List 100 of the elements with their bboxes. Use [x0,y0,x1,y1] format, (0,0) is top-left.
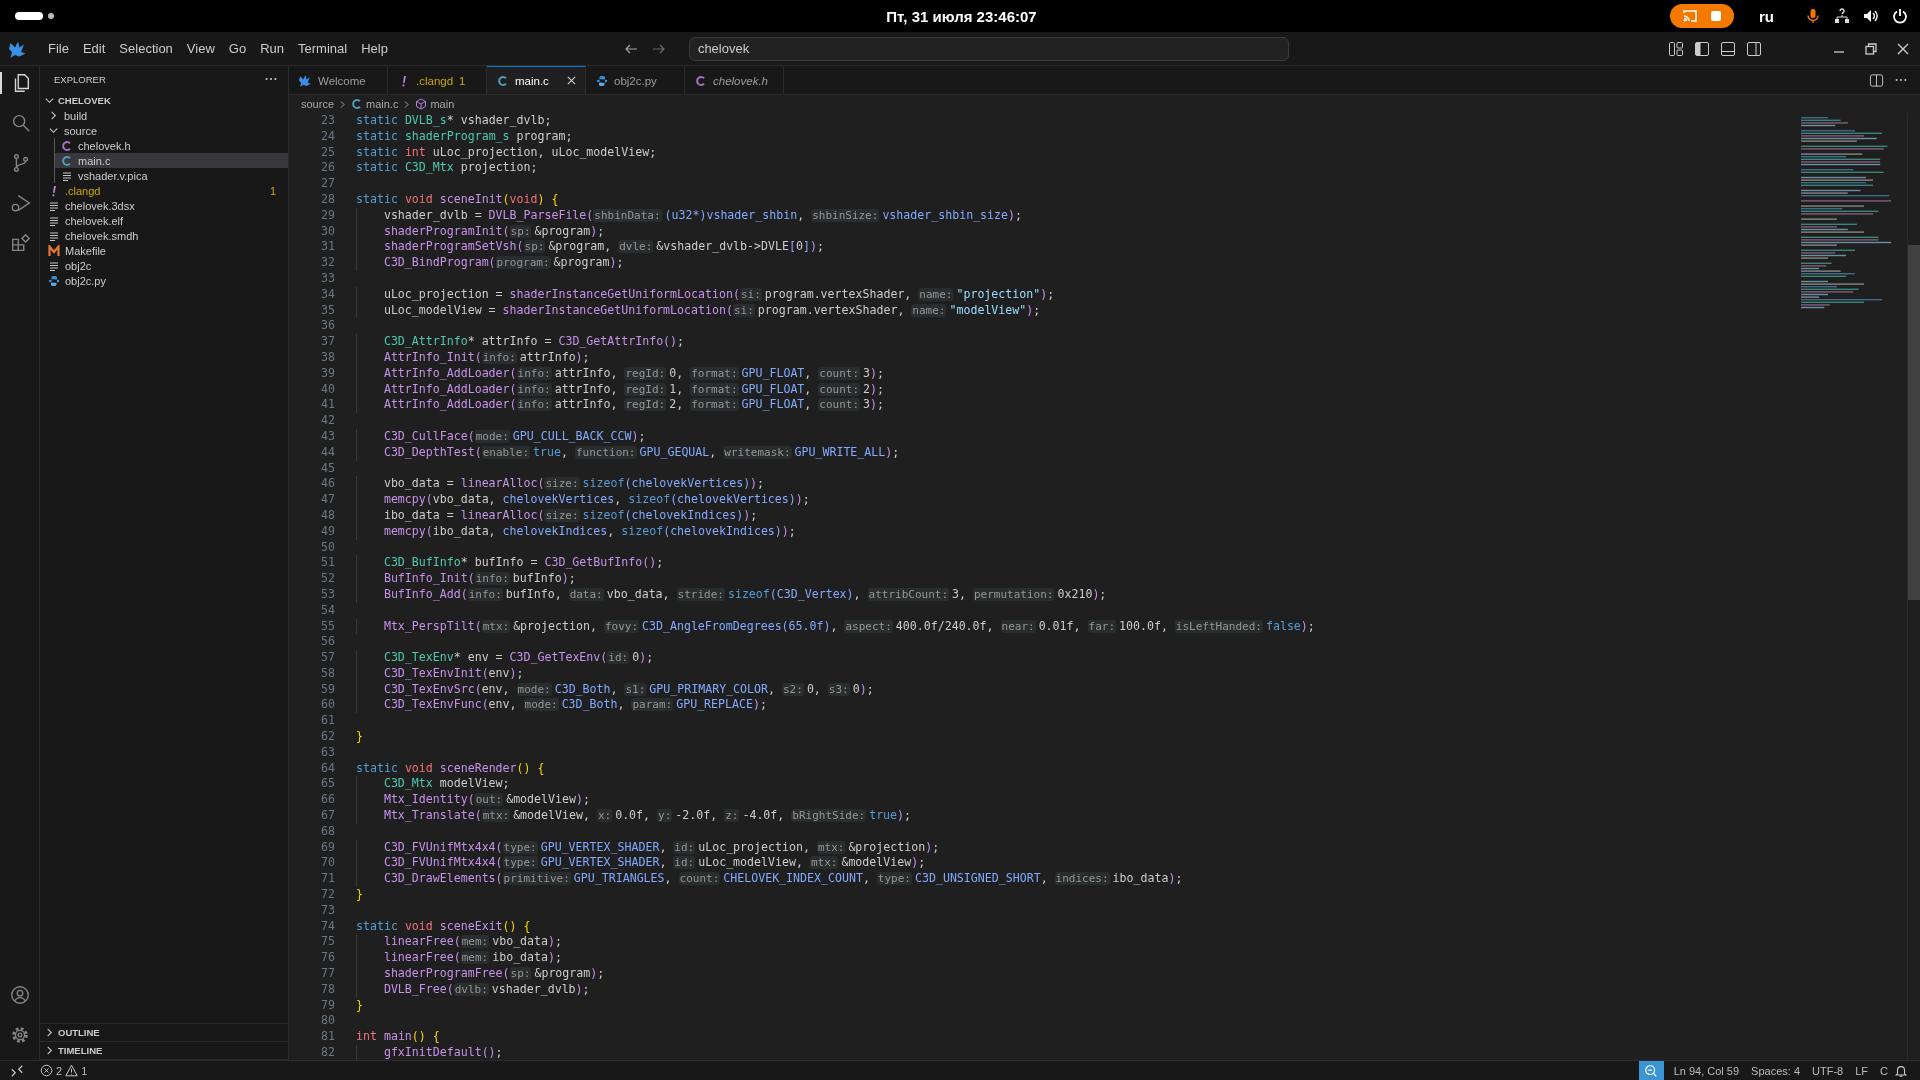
tree-item[interactable]: chelovek.3dsx [40,198,288,213]
menu-item[interactable]: Run [253,37,291,60]
clock[interactable]: Пт, 31 июля 23:46:07 [886,7,1037,25]
tree-item[interactable]: .clangd 1 [40,183,288,198]
code-line: } [356,997,363,1014]
line-number: 77 [320,966,335,982]
line-number: 28 [320,192,335,208]
code-line: static shaderProgram_s program; [356,128,573,145]
screencast-indicator[interactable] [1670,4,1734,28]
menu-item[interactable]: File [41,37,76,60]
editor-tab[interactable]: Welcome [289,66,388,94]
code-line: C3D_TexEnv* env = C3D_GetTexEnv(id: 0); [356,650,654,666]
close-icon[interactable] [566,75,577,86]
line-number: 32 [320,255,335,271]
status-item[interactable]: LF [1849,1064,1875,1077]
network-icon[interactable] [1834,8,1850,24]
status-item[interactable]: C [1874,1064,1894,1077]
editor-tab[interactable]: chelovek.h [685,66,784,94]
tree-item[interactable]: source [40,123,288,138]
line-number: 70 [320,855,335,872]
code-line: static void sceneRender() { [356,760,545,777]
close-icon[interactable] [1896,41,1910,56]
line-number: 52 [320,571,335,587]
keyboard-layout[interactable]: ru [1759,7,1774,25]
status-item[interactable]: Ln 94, Col 59 [1667,1064,1746,1077]
menu-item[interactable]: Help [354,37,395,60]
line-number: 51 [320,555,335,572]
line-number: 65 [320,776,335,793]
sidebar-title: EXPLORER [54,73,106,85]
tree-item[interactable]: chelovek.smdh [40,228,288,243]
code-line: linearFree(mem: vbo_data); [356,934,562,951]
line-number: 42 [320,413,335,429]
text-file-icon [48,199,60,212]
code-line: BufInfo_Init(info: bufInfo); [356,571,576,587]
tree-item[interactable]: chelovek.h [55,138,288,153]
code-line: vshader_dvlb = DVLB_ParseFile(shbinData: (u32*)vshader_shbin, shbinSize: vshader_shbin_size); [356,207,1022,224]
menu-item[interactable]: Edit [75,37,113,60]
editor-tab[interactable]: main.c [487,66,586,94]
layout-icon[interactable] [1668,40,1684,57]
tree-item[interactable]: vshader.v.pica [55,168,288,183]
code-line: int main() { [356,1029,440,1045]
code-line: static DVLB_s* vshader_dvlb; [356,113,552,129]
code-line: C3D_DrawElements(primitive: GPU_TRIANGLES, count: CHELOVEK_INDEX_COUNT, type: C3D_UNSIGNED_SHORT, indices: ibo_data); [356,871,1183,888]
line-number: 40 [320,381,335,398]
breadcrumb-item[interactable]: main.c [351,98,399,110]
scrollbar-thumb[interactable] [1908,245,1920,600]
status-item[interactable]: UTF-8 [1806,1064,1850,1077]
c-file-icon [61,139,73,152]
code-line: static int uLoc_projection, uLoc_modelView; [356,144,657,161]
code-line: Mtx_PerspTilt(mtx: &projection, fovy: C3D_AngleFromDegrees(65.0f), aspect: 400.0f/240.0f, near: 0.01f, far: 100.0f, isLeftHanded: false); [356,618,1315,635]
menu-item[interactable]: Selection [112,37,180,60]
line-number: 76 [320,950,335,967]
tree-item[interactable]: main.c [55,153,288,168]
workspace-indicator-icon[interactable] [15,12,55,20]
account-icon[interactable] [8,984,31,1006]
folder-header[interactable]: CHELOVEK [40,92,288,108]
menu-item[interactable]: Terminal [291,37,355,60]
breadcrumb-item[interactable]: source [301,98,335,110]
code-line: gfxInitDefault(); [356,1045,503,1061]
tree-item[interactable]: Makefile [40,243,288,258]
code-line: uLoc_projection = shaderInstanceGetUniformLocation(si: program.vertexShader, name: "projection"); [356,286,1055,303]
remote-icon[interactable] [10,1063,24,1078]
editor-tab[interactable]: obj2c.py [586,66,685,94]
code-line: } [356,729,363,745]
menu-item[interactable]: Go [221,37,254,60]
split-editor-icon[interactable] [1869,72,1884,88]
line-number: 35 [320,302,335,319]
volume-icon[interactable] [1863,8,1879,24]
breadcrumb-item[interactable]: main [415,98,455,110]
sidebar-toggle-icon[interactable] [1694,40,1710,57]
line-number: 81 [320,1029,335,1045]
section-header[interactable]: OUTLINE [40,1024,288,1042]
code-line: AttrInfo_AddLoader(info: attrInfo, regId: 1, format: GPU_FLOAT, count: 2); [356,381,885,398]
panel-toggle-icon[interactable] [1720,40,1736,57]
power-icon[interactable] [1892,8,1908,24]
code-line: AttrInfo_AddLoader(info: attrInfo, regId: 2, format: GPU_FLOAT, count: 3); [356,397,885,414]
menu-item[interactable]: View [179,37,222,60]
line-number: 73 [320,902,335,919]
restore-icon[interactable] [1864,41,1878,56]
code-line: Mtx_Translate(mtx: &modelView, x: 0.0f, y: -2.0f, z: -4.0f, bRightSide: true); [356,808,912,824]
status-item[interactable]: Spaces: 4 [1745,1064,1807,1077]
line-number: 44 [320,444,335,461]
section-header[interactable]: TIMELINE [40,1042,288,1060]
line-number: 55 [320,618,335,635]
tree-item[interactable]: build [40,108,288,123]
problems-button[interactable]: 2 1 [34,1064,94,1077]
tree-item[interactable]: obj2c.py [40,273,288,288]
bell-icon[interactable] [1894,1063,1908,1078]
microphone-icon[interactable] [1805,8,1821,24]
code-line: static void sceneInit(void) { [356,192,559,208]
zoom-button[interactable] [1638,1061,1664,1080]
command-center-field[interactable]: chelovek [688,36,1289,61]
tree-item[interactable]: chelovek.elf [40,213,288,228]
line-number: 24 [320,128,335,145]
line-number: 45 [320,460,335,477]
cast-icon [1682,8,1698,24]
code-line: uLoc_modelView = shaderInstanceGetUniformLocation(si: program.vertexShader, name: "modelView"); [356,302,1041,319]
run-debug-icon [9,192,32,214]
tree-item[interactable]: obj2c [40,258,288,273]
secondary-sidebar-icon[interactable] [1746,40,1762,57]
